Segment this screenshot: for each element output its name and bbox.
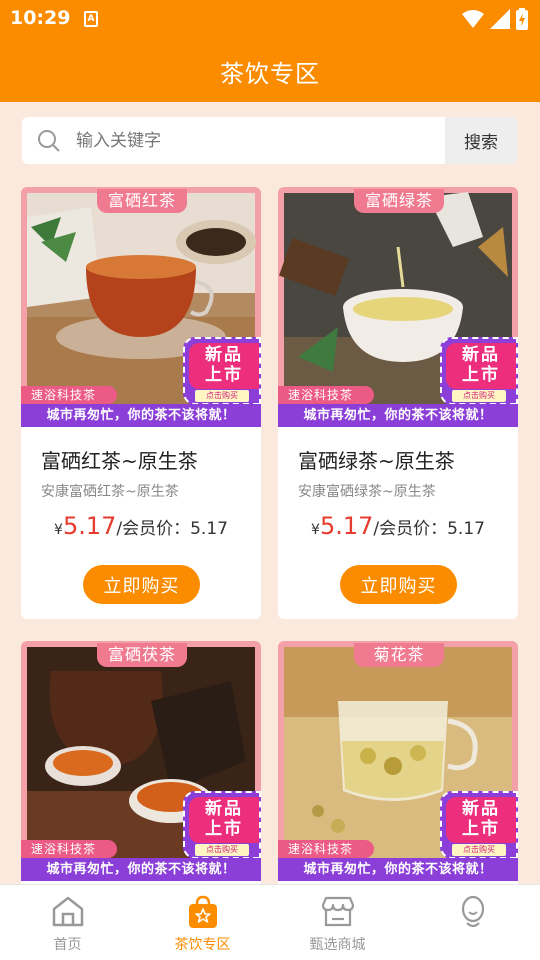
- slogan-banner: 城市再匆忙，你的茶不该将就！: [21, 858, 261, 881]
- nav-label: 茶饮专区: [174, 937, 231, 953]
- nav-label: 甄选商城: [309, 937, 366, 953]
- nav-item-home[interactable]: 首页: [0, 885, 135, 960]
- search-icon: [38, 130, 60, 152]
- notification-icon: A: [84, 11, 98, 27]
- currency-symbol: ¥: [311, 522, 320, 538]
- slogan-banner: 城市再匆忙，你的茶不该将就！: [21, 404, 261, 427]
- category-badge: 富硒绿茶: [354, 189, 444, 213]
- badge-new-text: 新品: [462, 345, 500, 365]
- currency-symbol: ¥: [54, 522, 63, 538]
- member-price-value: 5.17: [190, 519, 228, 539]
- badge-new-text: 新品: [205, 345, 243, 365]
- member-price-label: /会员价：: [373, 519, 448, 539]
- slogan-banner: 城市再匆忙，你的茶不该将就！: [278, 858, 518, 881]
- category-badge: 富硒茯茶: [97, 643, 187, 667]
- product-image[interactable]: 菊花茶 新品 上市 点击购买 速浴科技茶 城市再匆忙，你的茶不该将就！: [278, 641, 518, 881]
- storefront-icon: [321, 896, 354, 927]
- bottom-nav: 首页 茶饮专区 甄选商城: [0, 884, 540, 960]
- signal-icon: [490, 9, 510, 29]
- product-subtitle: 安康富硒红茶~原生茶: [41, 484, 179, 500]
- badge-click-text: 点击购买: [195, 844, 249, 856]
- price-value: 5.17: [319, 512, 374, 540]
- product-subtitle: 安康富硒绿茶~原生茶: [298, 484, 436, 500]
- nav-label: 首页: [53, 937, 82, 953]
- product-title: 富硒绿茶~原生茶: [298, 449, 455, 473]
- nav-item-mall[interactable]: 甄选商城: [270, 885, 405, 960]
- nav-item-profile[interactable]: [405, 885, 540, 960]
- search-bar: 搜索: [22, 117, 517, 164]
- shopping-bag-icon: [188, 895, 217, 928]
- category-badge: 菊花茶: [354, 643, 444, 667]
- new-arrival-badge: 新品 上市 点击购买: [440, 337, 518, 405]
- brand-tag: 速浴科技茶: [278, 386, 374, 404]
- status-bar: 10:29 A: [0, 0, 540, 38]
- home-icon: [52, 896, 83, 927]
- product-card[interactable]: 富硒茯茶 新品 上市 点击购买 速浴科技茶 城市再匆忙，你的茶不该将就！: [21, 641, 261, 884]
- battery-icon: [516, 8, 528, 30]
- member-price-value: 5.17: [447, 519, 485, 539]
- buy-now-button[interactable]: 立即购买: [83, 565, 200, 604]
- badge-market-text: 上市: [205, 819, 243, 839]
- product-image[interactable]: 富硒茯茶 新品 上市 点击购买 速浴科技茶 城市再匆忙，你的茶不该将就！: [21, 641, 261, 881]
- page-title: 茶饮专区: [220, 60, 320, 88]
- product-card[interactable]: 富硒红茶 新品 上市 点击购买 速浴科技茶 城市再匆忙，你的茶不该将就！ 富硒红茶…: [21, 187, 261, 619]
- badge-new-text: 新品: [205, 799, 243, 819]
- brand-tag: 速浴科技茶: [21, 386, 117, 404]
- profile-icon: [461, 895, 484, 928]
- status-time: 10:29: [10, 7, 71, 29]
- badge-click-text: 点击购买: [452, 844, 506, 856]
- search-input[interactable]: [76, 117, 456, 164]
- brand-tag: 速浴科技茶: [278, 840, 374, 858]
- product-image[interactable]: 富硒绿茶 新品 上市 点击购买 速浴科技茶 城市再匆忙，你的茶不该将就！: [278, 187, 518, 427]
- slogan-banner: 城市再匆忙，你的茶不该将就！: [278, 404, 518, 427]
- nav-item-tea[interactable]: 茶饮专区: [135, 885, 270, 960]
- product-price: ¥5.17/会员价：5.17: [21, 512, 261, 540]
- badge-market-text: 上市: [462, 819, 500, 839]
- search-button[interactable]: 搜索: [445, 117, 517, 164]
- buy-now-button[interactable]: 立即购买: [340, 565, 457, 604]
- badge-market-text: 上市: [462, 365, 500, 385]
- new-arrival-badge: 新品 上市 点击购买: [440, 791, 518, 859]
- new-arrival-badge: 新品 上市 点击购买: [183, 791, 261, 859]
- badge-new-text: 新品: [462, 799, 500, 819]
- brand-tag: 速浴科技茶: [21, 840, 117, 858]
- product-title: 富硒红茶~原生茶: [41, 449, 198, 473]
- product-price: ¥5.17/会员价：5.17: [278, 512, 518, 540]
- member-price-label: /会员价：: [116, 519, 191, 539]
- status-icons: [462, 8, 528, 30]
- app-bar: 茶饮专区: [0, 38, 540, 102]
- badge-click-text: 点击购买: [452, 390, 506, 402]
- new-arrival-badge: 新品 上市 点击购买: [183, 337, 261, 405]
- badge-market-text: 上市: [205, 365, 243, 385]
- category-badge: 富硒红茶: [97, 189, 187, 213]
- wifi-icon: [462, 10, 484, 28]
- product-card[interactable]: 菊花茶 新品 上市 点击购买 速浴科技茶 城市再匆忙，你的茶不该将就！: [278, 641, 518, 884]
- price-value: 5.17: [62, 512, 117, 540]
- product-image[interactable]: 富硒红茶 新品 上市 点击购买 速浴科技茶 城市再匆忙，你的茶不该将就！: [21, 187, 261, 427]
- product-card[interactable]: 富硒绿茶 新品 上市 点击购买 速浴科技茶 城市再匆忙，你的茶不该将就！ 富硒绿茶…: [278, 187, 518, 619]
- badge-click-text: 点击购买: [195, 390, 249, 402]
